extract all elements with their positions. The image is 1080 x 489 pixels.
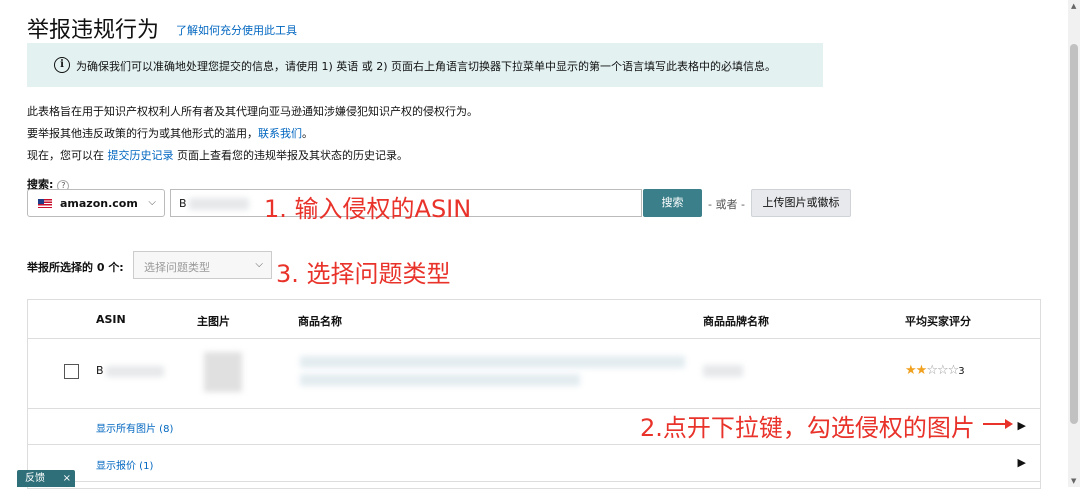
marketplace-value: amazon.com (60, 197, 138, 210)
header-asin: ASIN (96, 313, 126, 326)
expand-triangle-icon[interactable]: ▶ (1018, 419, 1026, 432)
submission-history-link[interactable]: 提交历史记录 (108, 149, 174, 162)
report-selected-label: 举报所选择的 0 个: (27, 261, 124, 274)
contact-us-link[interactable]: 联系我们 (258, 127, 302, 140)
info-icon: i (54, 57, 70, 73)
header-brand-name: 商品品牌名称 (703, 315, 769, 328)
chevron-down-icon: ⌵ (148, 197, 156, 208)
issue-type-placeholder: 选择问题类型 (144, 261, 210, 274)
product-thumbnail[interactable] (204, 352, 242, 392)
redacted-asin (189, 198, 249, 210)
description-line-2: 要举报其他违反政策的行为或其他形式的滥用，联系我们。 (27, 125, 313, 141)
search-button[interactable]: 搜索 (643, 189, 702, 217)
rating-count: 3 (958, 366, 965, 377)
table-header: ASIN 主图片 商品名称 商品品牌名称 平均买家评分 (28, 300, 1040, 339)
or-separator: - 或者 - (708, 198, 745, 211)
page-title: 举报违规行为 (27, 18, 160, 43)
arrow-right-icon (983, 419, 1013, 429)
feedback-tab[interactable]: 反馈 × (17, 470, 75, 487)
redacted-brand-name (703, 365, 743, 377)
asin-input-value: B (179, 197, 187, 210)
annotation-step-3: 3. 选择问题类型 (276, 260, 451, 288)
star-empty-icon: ☆☆☆ (926, 363, 959, 378)
us-flag-icon (38, 199, 52, 208)
star-filled-icon: ★★ (905, 363, 927, 378)
upload-image-button[interactable]: 上传图片或徽标 (751, 189, 851, 217)
header-product-name: 商品名称 (298, 315, 342, 328)
description-line-2-suffix: 。 (302, 127, 313, 140)
info-banner: i 为确保我们可以准确地处理您提交的信息，请使用 1) 英语 或 2) 页面右上… (27, 43, 823, 87)
header-main-image: 主图片 (197, 315, 230, 328)
help-link[interactable]: 了解如何充分使用此工具 (176, 22, 297, 38)
description-line-3-suffix: 页面上查看您的违规举报及其状态的历史记录。 (173, 149, 408, 162)
description-line-3: 现在，您可以在 提交历史记录 页面上查看您的违规举报及其状态的历史记录。 (27, 147, 408, 163)
feedback-label: 反馈 (25, 473, 45, 484)
redacted-product-name-line-2 (300, 374, 580, 386)
scroll-up-icon[interactable]: ▲ (1071, 2, 1076, 10)
annotation-step-2: 2.点开下拉键，勾选侵权的图片 (640, 414, 975, 442)
expand-triangle-icon[interactable]: ▶ (1018, 456, 1026, 469)
redacted-product-name (300, 356, 685, 368)
rating-stars: ★★☆☆☆3 (905, 363, 965, 378)
annotation-step-1: 1. 输入侵权的ASIN (264, 195, 472, 223)
scroll-down-icon[interactable]: ▼ (1071, 477, 1076, 485)
row-checkbox[interactable] (64, 364, 79, 379)
scrollbar-thumb[interactable] (1070, 44, 1078, 424)
close-icon[interactable]: × (63, 470, 71, 487)
description-line-1: 此表格旨在用于知识产权权利人所有者及其代理向亚马逊通知涉嫌侵犯知识产权的侵权行为… (27, 105, 478, 118)
show-offers-link[interactable]: 显示报价 (1) (96, 457, 153, 472)
marketplace-select[interactable]: amazon.com ⌵ (27, 189, 165, 217)
page-scrollbar[interactable]: ▲ ▼ (1068, 0, 1080, 487)
issue-type-select[interactable]: 选择问题类型 ⌵ (133, 251, 272, 279)
info-banner-text: 为确保我们可以准确地处理您提交的信息，请使用 1) 英语 或 2) 页面右上角语… (76, 60, 777, 73)
description-line-3-prefix: 现在，您可以在 (27, 149, 108, 162)
show-all-images-link[interactable]: 显示所有图片 (8) (96, 420, 173, 435)
redacted-asin (106, 366, 164, 377)
show-offers-row[interactable]: 显示报价 (1) ▶ (28, 445, 1040, 482)
results-table: ASIN 主图片 商品名称 商品品牌名称 平均买家评分 B ★★☆☆☆3 显示所… (27, 299, 1041, 489)
header-avg-rating: 平均买家评分 (905, 315, 971, 328)
table-row: B ★★☆☆☆3 (28, 338, 1040, 409)
row-asin: B (96, 364, 104, 377)
chevron-down-icon: ⌵ (255, 259, 263, 270)
description-line-2-prefix: 要举报其他违反政策的行为或其他形式的滥用， (27, 127, 258, 140)
